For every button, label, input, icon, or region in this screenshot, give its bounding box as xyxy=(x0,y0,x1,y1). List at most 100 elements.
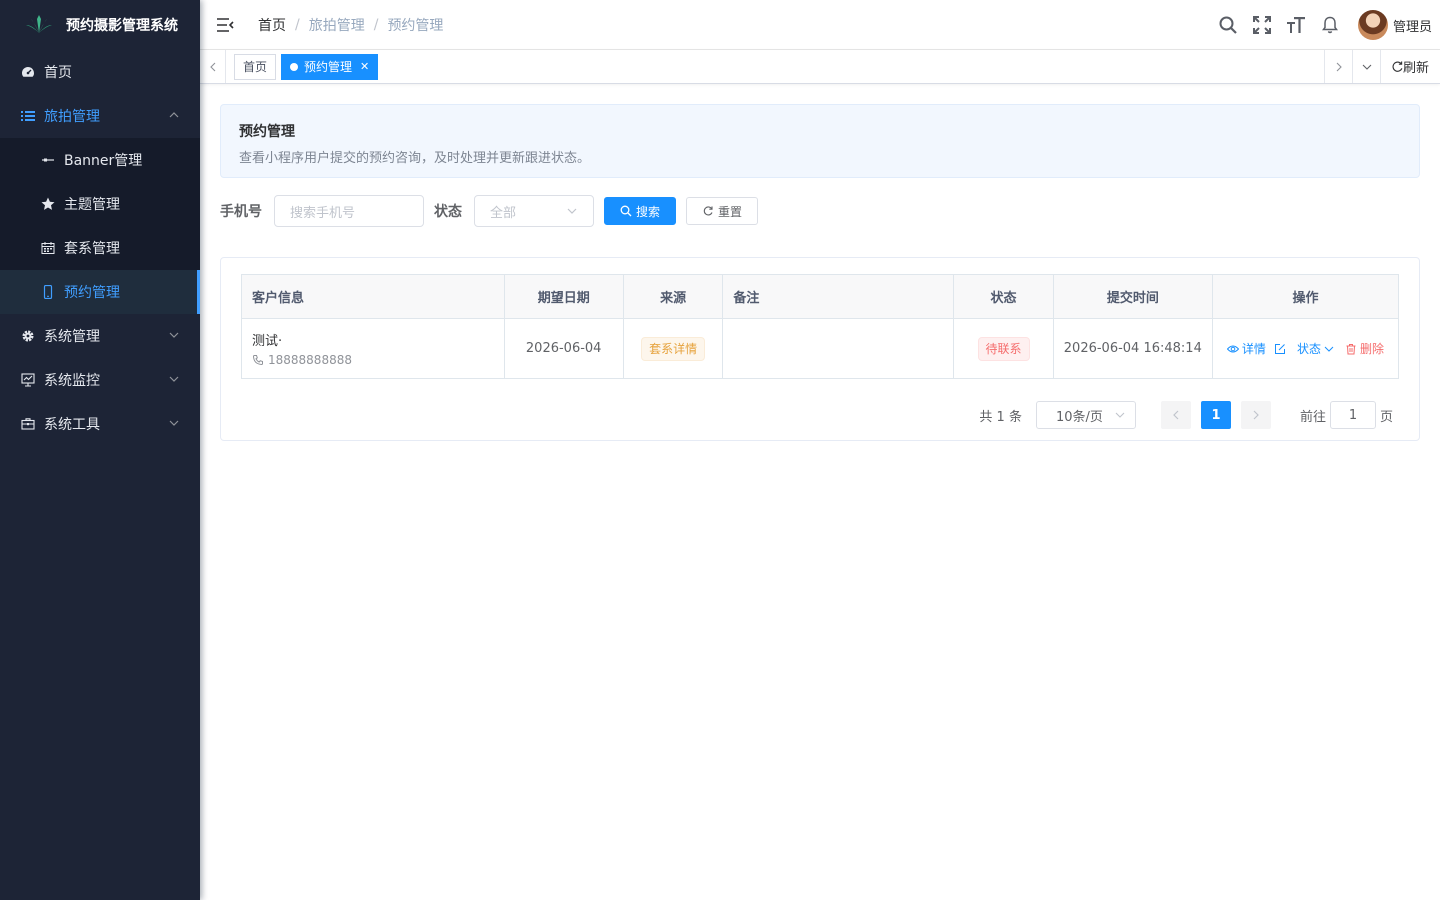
reset-button-label: 重置 xyxy=(718,204,743,219)
source-cell: 套系详情 xyxy=(623,318,724,379)
star-icon xyxy=(40,196,56,212)
search-form: 手机号 搜索手机号 状态 全部 搜索 重置 xyxy=(220,195,1420,227)
chevron-down-icon xyxy=(567,208,577,214)
chevron-right-icon xyxy=(1253,410,1259,420)
tags-view-actions: 刷新 xyxy=(1324,50,1440,83)
sidebar-item-system[interactable]: 系统管理 xyxy=(0,314,200,358)
sidebar-item-label: 系统监控 xyxy=(44,373,100,389)
breadcrumb-separator: / xyxy=(295,16,300,33)
sidebar-item-label: 系统工具 xyxy=(44,417,100,433)
sidebar-item-banner[interactable]: Banner管理 xyxy=(0,138,200,182)
phone-call-icon xyxy=(252,355,263,366)
delete-label: 删除 xyxy=(1359,342,1384,356)
bell-icon[interactable] xyxy=(1320,15,1340,35)
tag-label: 预约管理 xyxy=(304,59,353,74)
tags-view: 首页 预约管理 ✕ 刷新 xyxy=(200,50,1440,84)
source-tag: 套系详情 xyxy=(641,336,706,361)
remark-cell xyxy=(722,318,955,379)
active-dot-icon xyxy=(290,62,299,71)
customer-name: 测试· xyxy=(252,334,283,349)
banner-icon xyxy=(40,152,56,168)
sidebar-item-label: 旅拍管理 xyxy=(44,109,100,125)
status-select-value: 全部 xyxy=(490,205,517,221)
chevron-down-icon xyxy=(1362,64,1371,70)
edit-icon xyxy=(1274,343,1285,354)
close-icon[interactable]: ✕ xyxy=(360,55,369,79)
breadcrumb: 首页 / 旅拍管理 / 预约管理 xyxy=(258,15,443,35)
search-icon xyxy=(620,205,632,217)
sidebar-item-booking[interactable]: 预约管理 xyxy=(0,270,200,314)
date-cell: 2026-06-04 xyxy=(504,318,624,379)
gear-icon xyxy=(20,328,36,344)
logo-icon xyxy=(26,15,52,33)
logo[interactable]: 预约摄影管理系统 xyxy=(0,0,200,50)
hamburger-icon[interactable] xyxy=(216,16,234,34)
sidebar-item-label: 套系管理 xyxy=(64,241,120,257)
breadcrumb-separator: / xyxy=(373,16,379,33)
column-header-remark: 备注 xyxy=(722,274,955,319)
search-button[interactable]: 搜索 xyxy=(604,197,677,225)
tag-label: 首页 xyxy=(243,59,268,74)
refresh-icon xyxy=(1392,61,1403,72)
phone-search-input[interactable]: 搜索手机号 xyxy=(274,195,424,227)
tags-dropdown-button[interactable] xyxy=(1352,50,1380,83)
navbar: 首页 / 旅拍管理 / 预约管理 管理员 xyxy=(200,0,1440,50)
sidebar-item-home[interactable]: 首页 xyxy=(0,50,200,94)
submitted-cell: 2026-06-04 16:48:14 xyxy=(1053,318,1213,379)
user-name[interactable]: 管理员 xyxy=(1393,16,1432,35)
navbar-right: 管理员 xyxy=(1218,0,1440,50)
table-card: 客户信息 期望日期 来源 备注 状态 提交时间 操作 测试· 188888888… xyxy=(220,257,1420,441)
eye-icon xyxy=(1226,345,1239,352)
sidebar-item-tools[interactable]: 系统工具 xyxy=(0,402,200,446)
reset-button[interactable]: 重置 xyxy=(686,197,759,225)
chevron-down-icon xyxy=(169,420,179,426)
tags-scroll-right-button[interactable] xyxy=(1324,50,1352,83)
table-row: 测试· 18888888888 2026-06-04 套系详情 待联系 2026… xyxy=(241,318,1400,379)
goto-label: 前往 xyxy=(1299,409,1326,425)
column-header-submitted: 提交时间 xyxy=(1053,274,1213,319)
sidebar-item-package[interactable]: 套系管理 xyxy=(0,226,200,270)
page-number-button[interactable]: 1 xyxy=(1200,401,1231,429)
tag-booking[interactable]: 预约管理 ✕ xyxy=(281,53,379,80)
delete-button[interactable]: 删除 xyxy=(1345,340,1384,357)
status-action-label: 状态 xyxy=(1296,342,1321,356)
next-page-button[interactable] xyxy=(1240,401,1271,429)
sidebar-item-label: 系统管理 xyxy=(44,329,100,345)
avatar[interactable] xyxy=(1357,10,1388,40)
monitor-icon xyxy=(20,372,36,388)
refresh-button[interactable]: 刷新 xyxy=(1380,50,1440,83)
page-size-select[interactable]: 10条/页 xyxy=(1035,401,1136,429)
refresh-icon xyxy=(703,206,713,216)
column-header-date: 期望日期 xyxy=(504,274,624,319)
sidebar-item-travel[interactable]: 旅拍管理 xyxy=(0,94,200,138)
calendar-icon xyxy=(40,240,56,256)
status-cell: 待联系 xyxy=(953,318,1054,379)
edit-icon-button[interactable] xyxy=(1274,343,1289,355)
page-suffix-label: 页 xyxy=(1379,409,1393,425)
sidebar-item-label: 首页 xyxy=(44,65,72,81)
status-select[interactable]: 全部 xyxy=(474,195,594,227)
sidebar: 预约摄影管理系统 首页 旅拍管理 Banner管理 主题管理 套系管理 预约管理… xyxy=(0,0,200,900)
dashboard-icon xyxy=(20,64,36,80)
column-header-customer: 客户信息 xyxy=(241,274,505,319)
row-actions: 详情 状态 删除 xyxy=(1223,340,1388,357)
status-dropdown-button[interactable]: 状态 xyxy=(1297,340,1337,357)
prev-page-button[interactable] xyxy=(1160,401,1191,429)
breadcrumb-item-home[interactable]: 首页 xyxy=(258,15,286,35)
font-size-icon[interactable] xyxy=(1286,15,1306,35)
actions-cell: 详情 状态 删除 xyxy=(1212,318,1400,379)
phone-placeholder: 搜索手机号 xyxy=(290,205,356,221)
sidebar-item-monitor[interactable]: 系统监控 xyxy=(0,358,200,402)
customer-phone: 18888888888 xyxy=(252,353,494,367)
tags-scroll-left-button[interactable] xyxy=(200,50,226,83)
customer-cell: 测试· 18888888888 xyxy=(241,318,505,379)
tag-home[interactable]: 首页 xyxy=(234,53,277,80)
search-icon[interactable] xyxy=(1218,15,1238,35)
goto-page-input[interactable]: 1 xyxy=(1329,401,1376,429)
refresh-label: 刷新 xyxy=(1402,61,1429,76)
fullscreen-icon[interactable] xyxy=(1252,15,1272,35)
sidebar-item-theme[interactable]: 主题管理 xyxy=(0,182,200,226)
sidebar-item-label: 预约管理 xyxy=(64,285,120,301)
status-label: 状态 xyxy=(434,204,462,220)
detail-button[interactable]: 详情 xyxy=(1226,340,1266,357)
